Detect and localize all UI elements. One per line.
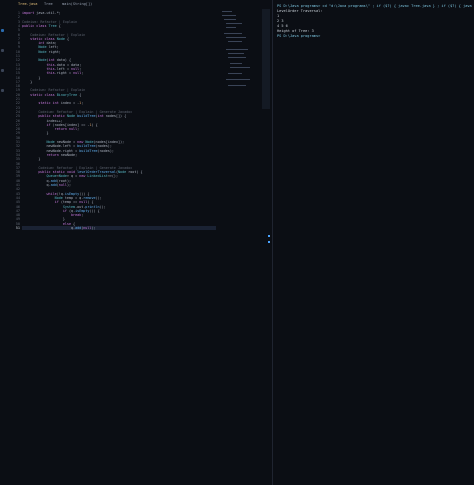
editor-scrollbar[interactable] [262,9,270,485]
source-control-icon[interactable] [1,69,4,72]
minimap[interactable] [220,9,260,109]
scrollbar-marker [268,235,270,237]
code-line: q.add(null); [22,226,216,230]
breadcrumb-method[interactable]: main(String[]) [62,2,92,6]
editor-pane: Tree.java Tree main(String[]) 1234567891… [0,0,273,485]
scrollbar-thumb[interactable] [262,9,270,109]
breadcrumb: Tree.java Tree main(String[]) [0,0,272,9]
line-number-gutter: 1 2 3 4 5 6 7 8 9 10 11 12 13 14 15 16 17 18 19 20 21 22 23 24 2… [6,9,20,485]
search-icon[interactable] [1,49,4,52]
code-area[interactable]: import java.util.*; Codeium: Refactor | E… [22,9,218,485]
breadcrumb-file[interactable]: Tree.java [18,2,37,6]
run-debug-icon[interactable] [1,89,4,92]
terminal-panel[interactable]: PS D:\Java programs> cd "d:\Java program… [273,0,474,485]
terminal-output-line: PS D:\Java programs> [277,34,321,38]
terminal-output-line: LevelOrder Traversal: [277,9,323,13]
line-number: 51 [15,226,20,230]
scrollbar-marker [268,241,270,243]
explorer-icon[interactable] [1,29,4,32]
breadcrumb-path[interactable]: Tree [44,2,53,6]
